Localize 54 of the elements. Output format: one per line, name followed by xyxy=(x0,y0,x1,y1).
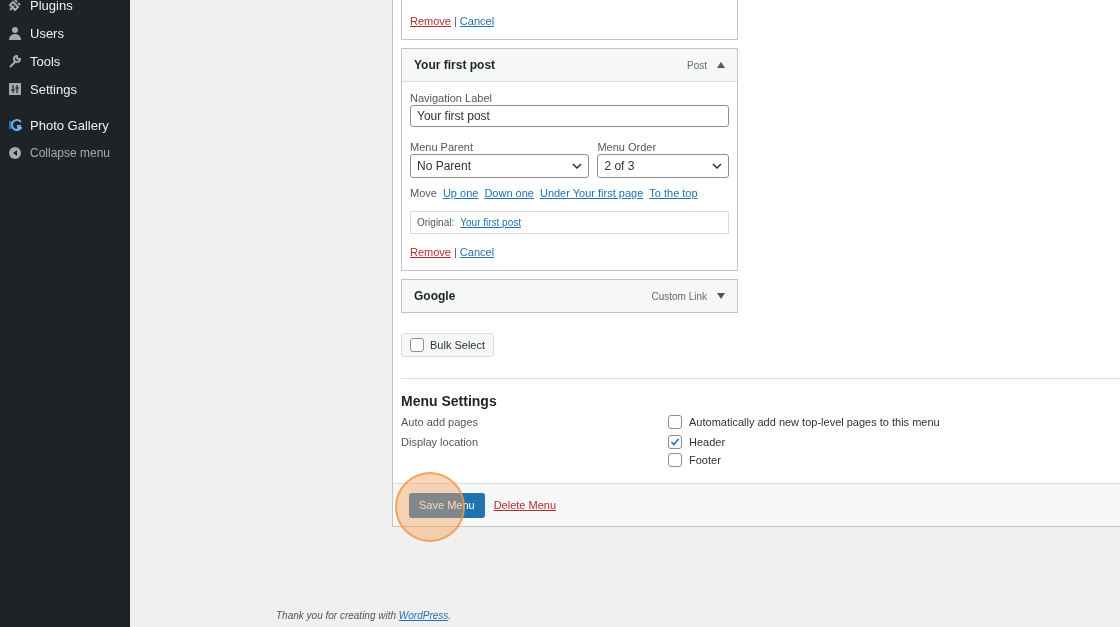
footer-text: Thank you for creating with WordPress. xyxy=(276,610,453,621)
field-label: Menu Parent xyxy=(410,141,474,153)
remove-link[interactable]: Remove xyxy=(410,246,451,258)
option-label: Footer xyxy=(689,454,721,466)
checkbox[interactable] xyxy=(668,415,682,429)
menu-item-type: Post xyxy=(687,59,707,71)
option-label: Automatically add new top-level pages to this menu xyxy=(689,416,940,428)
sidebar-item[interactable]: Settings xyxy=(0,75,130,103)
sidebar-item[interactable]: Photo Gallery xyxy=(0,111,130,139)
navigation-label-input[interactable]: Your first post xyxy=(410,105,729,127)
original-label: Original: xyxy=(417,217,455,228)
field-label: Navigation Label xyxy=(410,92,493,104)
bulk-select-button[interactable]: Bulk Select xyxy=(401,333,495,357)
original-link[interactable]: Your first post xyxy=(460,217,522,228)
move-link[interactable]: Under Your first page xyxy=(539,187,644,199)
menu-item-header[interactable]: Google Custom Link xyxy=(402,280,737,312)
menu-settings-heading: Menu Settings xyxy=(401,393,498,409)
option-label: Header xyxy=(689,436,726,448)
menu-item-title: Google xyxy=(414,289,457,303)
menu-item-header[interactable]: Your first post Post xyxy=(402,49,737,82)
sidebar-item[interactable]: Plugins xyxy=(0,0,130,19)
caret-up-icon[interactable] xyxy=(717,62,725,68)
chevron-down-icon xyxy=(712,163,722,169)
sliders-icon xyxy=(8,82,22,96)
gallery-logo-icon xyxy=(8,118,22,132)
menu-order-select[interactable]: 2 of 3 xyxy=(597,154,729,178)
wrench-icon xyxy=(8,54,22,68)
plug-icon xyxy=(8,0,22,12)
menu-parent-select[interactable]: No Parent xyxy=(410,154,590,178)
separator: | xyxy=(453,15,457,27)
cancel-link[interactable]: Cancel xyxy=(459,15,495,27)
chevron-down-icon xyxy=(572,163,583,169)
move-link[interactable]: Up one xyxy=(442,187,479,199)
move-link[interactable]: Down one xyxy=(484,187,534,199)
remove-link[interactable]: Remove xyxy=(410,15,451,27)
menu-item-type: Custom Link xyxy=(651,290,707,302)
sidebar-item[interactable]: Collapse menu xyxy=(0,139,130,167)
checkbox[interactable] xyxy=(410,338,424,352)
sidebar-item[interactable]: Tools xyxy=(0,47,130,75)
setting-label: Display location xyxy=(401,435,480,450)
collapse-icon xyxy=(8,146,22,160)
setting-label: Auto add pages xyxy=(401,415,480,429)
user-icon xyxy=(8,26,22,40)
checkbox[interactable] xyxy=(668,453,682,467)
move-label: Move xyxy=(410,187,437,199)
field-label: Menu Order xyxy=(597,141,658,153)
cancel-link[interactable]: Cancel xyxy=(459,246,495,258)
checkbox[interactable] xyxy=(668,435,682,449)
separator: | xyxy=(453,246,457,258)
move-link[interactable]: To the top xyxy=(649,187,698,199)
menu-item-title: Your first post xyxy=(414,58,497,72)
sidebar-item[interactable]: Users xyxy=(0,19,130,47)
delete-menu-link[interactable]: Delete Menu xyxy=(493,499,557,511)
caret-down-icon[interactable] xyxy=(717,293,725,299)
